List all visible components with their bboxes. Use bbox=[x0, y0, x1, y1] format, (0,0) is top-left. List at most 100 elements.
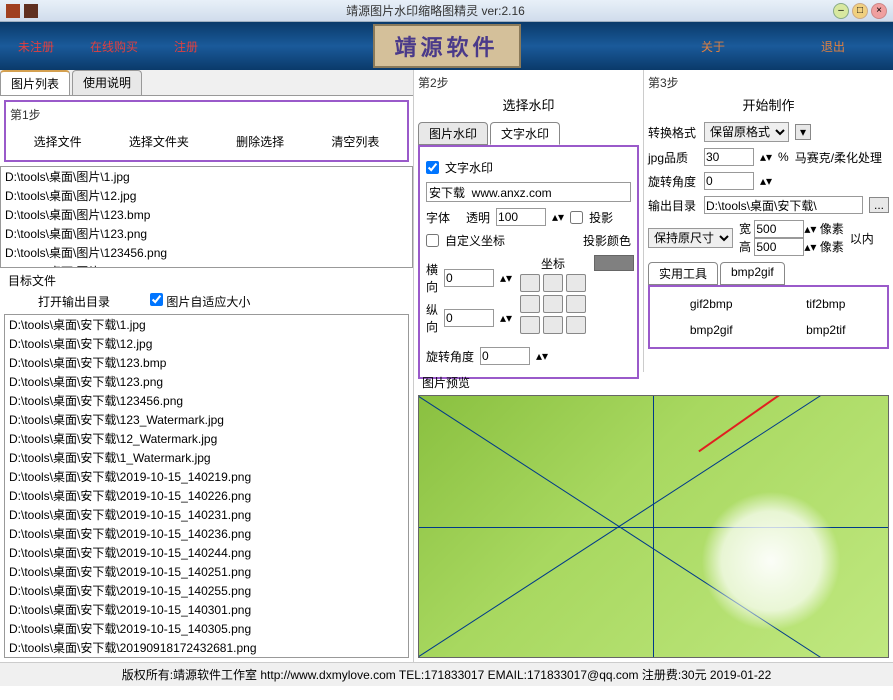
window-title: 靖源图片水印缩略图精灵 ver:2.16 bbox=[38, 2, 833, 19]
select-file-button[interactable]: 选择文件 bbox=[34, 133, 82, 150]
clear-list-button[interactable]: 清空列表 bbox=[331, 133, 379, 150]
register-link[interactable]: 注册 bbox=[174, 38, 198, 55]
preview-label: 图片预览 bbox=[414, 372, 893, 393]
tab-text-watermark[interactable]: 文字水印 bbox=[490, 122, 560, 145]
size-mode-select[interactable]: 保持原尺寸 bbox=[648, 228, 733, 248]
list-item[interactable]: D:\tools\桌面\安下载\2019-10-15_140226.png bbox=[5, 486, 408, 505]
list-item[interactable]: D:\tools\桌面\安下载\1.jpg bbox=[5, 315, 408, 334]
spin-icon[interactable]: ▴▾ bbox=[500, 311, 512, 325]
utils-panel: gif2bmp tif2bmp bmp2gif bmp2tif bbox=[648, 285, 889, 349]
open-output-button[interactable]: 打开输出目录 bbox=[38, 293, 110, 310]
list-item[interactable]: D:\tools\桌面\安下载\2019-10-15_140244.png bbox=[5, 543, 408, 562]
app-icon2 bbox=[24, 4, 38, 18]
font-button[interactable]: 字体 bbox=[426, 209, 450, 226]
tab-utils[interactable]: 实用工具 bbox=[648, 262, 718, 285]
tif2bmp-button[interactable]: tif2bmp bbox=[774, 297, 877, 311]
step2-label: 第2步 bbox=[418, 74, 639, 91]
list-item[interactable]: D:\tools\桌面\安下载\123_Watermark.jpg bbox=[5, 410, 408, 429]
list-item[interactable]: D:\tools\桌面\图片\123.bmp bbox=[1, 205, 412, 224]
rotate-spinner[interactable] bbox=[480, 347, 530, 365]
list-item[interactable]: D:\tools\桌面\安下载\2019-10-15_140305.png bbox=[5, 619, 408, 638]
custom-coord-checkbox[interactable] bbox=[426, 234, 439, 247]
list-item[interactable]: D:\tools\桌面\安下载\1_Watermark.jpg bbox=[5, 448, 408, 467]
unregistered-label: 未注册 bbox=[18, 38, 54, 55]
list-item[interactable]: D:\tools\桌面\安下载\2019-10-15_140219.png bbox=[5, 467, 408, 486]
list-item[interactable]: D:\tools\桌面\图片\12.jpg bbox=[1, 186, 412, 205]
spin-icon[interactable]: ▴▾ bbox=[760, 174, 772, 188]
auto-fit-checkbox[interactable]: 图片自适应大小 bbox=[150, 293, 250, 310]
output-dir-input[interactable] bbox=[704, 196, 863, 214]
vy-spinner[interactable] bbox=[444, 309, 494, 327]
step1-box: 第1步 选择文件 选择文件夹 删除选择 清空列表 bbox=[4, 100, 409, 162]
format-more-button[interactable]: ▾ bbox=[795, 124, 811, 140]
list-item[interactable]: D:\tools\桌面\安下载\2019-10-15_140255.png bbox=[5, 581, 408, 600]
jpg-quality-spinner[interactable] bbox=[704, 148, 754, 166]
list-item[interactable]: D:\tools\桌面\安下载\123456.png bbox=[5, 391, 408, 410]
tab-image-list[interactable]: 图片列表 bbox=[0, 70, 70, 95]
bmp2tif-button[interactable]: bmp2tif bbox=[774, 323, 877, 337]
shadow-color-picker[interactable] bbox=[594, 255, 634, 271]
footer: 版权所有:靖源软件工作室 http://www.dxmylove.com TEL… bbox=[0, 662, 893, 686]
step2-title: 选择水印 bbox=[418, 95, 639, 114]
gif2bmp-button[interactable]: gif2bmp bbox=[660, 297, 763, 311]
titlebar: 靖源图片水印缩略图精灵 ver:2.16 – □ × bbox=[0, 0, 893, 22]
close-button[interactable]: × bbox=[871, 3, 887, 19]
spin-icon[interactable]: ▴▾ bbox=[804, 240, 816, 254]
buy-online-link[interactable]: 在线购买 bbox=[90, 38, 138, 55]
width-spinner[interactable] bbox=[754, 220, 804, 238]
format-select[interactable]: 保留原格式 bbox=[704, 122, 789, 142]
shadow-checkbox[interactable] bbox=[570, 211, 583, 224]
list-item[interactable]: D:\tools\桌面\安下载\12.jpg bbox=[5, 334, 408, 353]
output-rotate-spinner[interactable] bbox=[704, 172, 754, 190]
spin-icon[interactable]: ▴▾ bbox=[536, 349, 548, 363]
step3-panel: 第3步 开始制作 转换格式 保留原格式 ▾ jpg品质 ▴▾ % 马赛克/柔化处… bbox=[644, 70, 893, 372]
topbar: 未注册 在线购买 注册 靖源软件 关于 退出 bbox=[0, 22, 893, 70]
select-folder-button[interactable]: 选择文件夹 bbox=[129, 133, 189, 150]
position-grid[interactable] bbox=[520, 274, 586, 334]
list-item[interactable]: D:\tools\桌面\安下载\2019-10-15_140251.png bbox=[5, 562, 408, 581]
list-item[interactable]: D:\tools\桌面\安下载\12_Watermark.jpg bbox=[5, 429, 408, 448]
spin-icon[interactable]: ▴▾ bbox=[804, 222, 816, 236]
tab-image-watermark[interactable]: 图片水印 bbox=[418, 122, 488, 145]
list-item[interactable]: D:\tools\桌面\图片\1.jpg bbox=[1, 167, 412, 186]
tab-bmp2gif[interactable]: bmp2gif bbox=[720, 262, 785, 285]
spin-icon[interactable]: ▴▾ bbox=[500, 271, 512, 285]
bmp2gif-button[interactable]: bmp2gif bbox=[660, 323, 763, 337]
image-preview bbox=[418, 395, 889, 658]
step2-panel: 第2步 选择水印 图片水印 文字水印 文字水印 字体 透明 ▴▾ 投影 bbox=[414, 70, 644, 372]
spin-icon[interactable]: ▴▾ bbox=[552, 210, 564, 224]
list-item[interactable]: D:\tools\桌面\图片\123456.png bbox=[1, 243, 412, 262]
left-tabs: 图片列表 使用说明 bbox=[0, 70, 413, 96]
step3-label: 第3步 bbox=[648, 74, 889, 91]
opacity-spinner[interactable] bbox=[496, 208, 546, 226]
minimize-button[interactable]: – bbox=[833, 3, 849, 19]
list-item[interactable]: D:\tools\桌面\安下载\123.png bbox=[5, 372, 408, 391]
list-item[interactable]: D:\tools\桌面\安下载\123.bmp bbox=[5, 353, 408, 372]
delete-selection-button[interactable]: 删除选择 bbox=[236, 133, 284, 150]
list-item[interactable]: D:\tools\桌面\安下载\2019-10-15_140231.png bbox=[5, 505, 408, 524]
annotation-arrow bbox=[698, 395, 797, 452]
height-spinner[interactable] bbox=[754, 238, 804, 256]
hx-spinner[interactable] bbox=[444, 269, 494, 287]
text-watermark-checkbox[interactable] bbox=[426, 161, 439, 174]
exit-link[interactable]: 退出 bbox=[821, 38, 845, 55]
text-watermark-panel: 文字水印 字体 透明 ▴▾ 投影 自定义坐标 投影颜色 bbox=[418, 145, 639, 379]
maximize-button[interactable]: □ bbox=[852, 3, 868, 19]
watermark-text-input[interactable] bbox=[426, 182, 631, 202]
list-item[interactable]: D:\tools\桌面\安下载\2019-10-15_140236.png bbox=[5, 524, 408, 543]
tab-help[interactable]: 使用说明 bbox=[72, 70, 142, 95]
about-link[interactable]: 关于 bbox=[701, 38, 725, 55]
list-item[interactable]: D:\tools\桌面\安下载\2019-10-15_140301.png bbox=[5, 600, 408, 619]
target-label: 目标文件 bbox=[0, 268, 413, 289]
logo: 靖源软件 bbox=[372, 24, 520, 68]
source-file-list[interactable]: D:\tools\桌面\图片\1.jpgD:\tools\桌面\图片\12.jp… bbox=[0, 166, 413, 268]
app-icon bbox=[6, 4, 20, 18]
list-item[interactable]: D:\tools\桌面\安下载\20190918172432681.png bbox=[5, 638, 408, 657]
step3-title: 开始制作 bbox=[648, 95, 889, 114]
step1-label: 第1步 bbox=[10, 106, 403, 123]
browse-button[interactable]: ... bbox=[869, 197, 889, 213]
list-item[interactable]: D:\tools\桌面\图片\123.png bbox=[1, 224, 412, 243]
mosaic-button[interactable]: 马赛克/柔化处理 bbox=[795, 149, 882, 166]
spin-icon[interactable]: ▴▾ bbox=[760, 150, 772, 164]
target-file-list[interactable]: D:\tools\桌面\安下载\1.jpgD:\tools\桌面\安下载\12.… bbox=[4, 314, 409, 658]
